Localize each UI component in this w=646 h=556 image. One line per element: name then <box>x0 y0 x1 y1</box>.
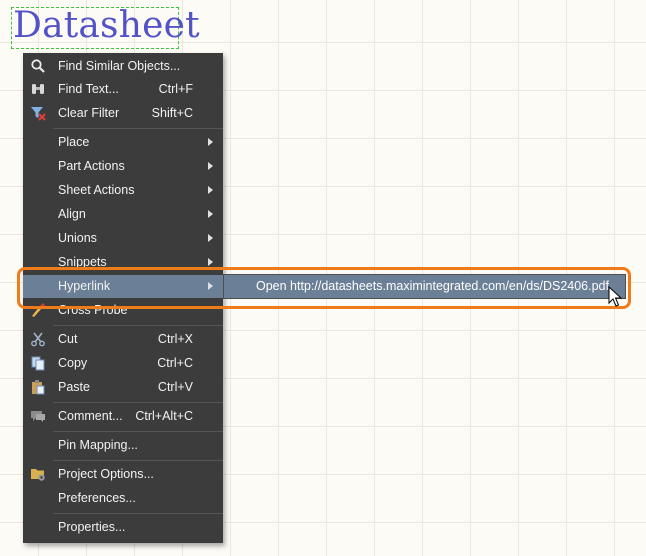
menu-item-label: Snippets <box>58 255 107 269</box>
project-options-icon <box>31 469 45 481</box>
context-menu: Find Similar Objects... Find Text... Ctr… <box>23 53 223 543</box>
menu-item-hyperlink[interactable]: Hyperlink <box>23 275 223 298</box>
menu-item-project-options[interactable]: Project Options... <box>23 463 223 486</box>
menu-item-snippets[interactable]: Snippets <box>23 251 223 274</box>
menu-item-label: Find Text... <box>58 82 119 96</box>
binoculars-icon <box>32 84 44 94</box>
menu-item-preferences[interactable]: Preferences... <box>23 487 223 510</box>
menu-item-label: Cut <box>58 332 78 346</box>
menu-item-label: Paste <box>58 380 90 394</box>
chevron-right-icon <box>208 186 213 194</box>
menu-item-clear-filter[interactable]: Clear Filter Shift+C <box>23 102 223 125</box>
menu-item-label: Unions <box>58 231 97 245</box>
menu-item-sheet-actions[interactable]: Sheet Actions <box>23 179 223 202</box>
menu-separator <box>53 513 223 514</box>
menu-item-label: Find Similar Objects... <box>58 59 181 73</box>
menu-item-place[interactable]: Place <box>23 131 223 154</box>
menu-item-label: Pin Mapping... <box>58 438 138 452</box>
menu-separator <box>53 460 223 461</box>
menu-item-label: Comment... <box>58 409 123 423</box>
menu-item-unions[interactable]: Unions <box>23 227 223 250</box>
menu-item-find-text[interactable]: Find Text... Ctrl+F <box>23 78 223 101</box>
menu-item-label: Properties... <box>58 520 126 534</box>
mouse-pointer-icon <box>608 286 623 307</box>
menu-separator <box>53 431 223 432</box>
paste-icon <box>32 380 45 395</box>
menu-item-properties[interactable]: Properties... <box>23 516 223 539</box>
clear-filter-icon <box>31 107 46 121</box>
chevron-right-icon <box>208 138 213 146</box>
menu-item-copy[interactable]: Copy Ctrl+C <box>23 352 223 375</box>
menu-item-label: Cross Probe <box>58 303 128 317</box>
datasheet-title-text[interactable]: Datasheet <box>13 5 200 46</box>
chevron-right-icon <box>208 162 213 170</box>
menu-item-label: Part Actions <box>58 159 125 173</box>
menu-item-cross-probe[interactable]: Cross Probe <box>23 299 223 322</box>
menu-item-shortcut: Ctrl+Alt+C <box>135 409 193 423</box>
menu-item-comment[interactable]: Comment... Ctrl+Alt+C <box>23 405 223 428</box>
menu-item-align[interactable]: Align <box>23 203 223 226</box>
open-hyperlink-label: Open http://datasheets.maximintegrated.c… <box>256 279 609 293</box>
menu-item-label: Project Options... <box>58 467 154 481</box>
search-icon <box>31 59 45 73</box>
menu-item-shortcut: Shift+C <box>151 106 193 120</box>
hyperlink-submenu: Open http://datasheets.maximintegrated.c… <box>223 274 626 299</box>
menu-item-shortcut: Ctrl+X <box>157 332 193 346</box>
menu-item-shortcut: Ctrl+C <box>157 356 193 370</box>
copy-icon <box>31 356 45 371</box>
menu-separator <box>53 402 223 403</box>
menu-item-shortcut: Ctrl+F <box>158 82 193 96</box>
menu-item-label: Hyperlink <box>58 279 111 293</box>
comment-icon <box>31 411 45 422</box>
chevron-right-icon <box>208 258 213 266</box>
menu-item-part-actions[interactable]: Part Actions <box>23 155 223 178</box>
scissors-icon <box>31 332 45 347</box>
chevron-right-icon <box>208 210 213 218</box>
menu-item-shortcut: Ctrl+V <box>157 380 193 394</box>
menu-item-label: Sheet Actions <box>58 183 135 197</box>
menu-separator <box>53 128 223 129</box>
cross-probe-icon <box>32 303 45 317</box>
menu-item-label: Align <box>58 207 86 221</box>
menu-item-label: Preferences... <box>58 491 136 505</box>
chevron-right-icon <box>208 282 213 290</box>
menu-separator <box>53 325 223 326</box>
open-hyperlink-item[interactable]: Open http://datasheets.maximintegrated.c… <box>224 275 625 298</box>
menu-item-label: Place <box>58 135 90 149</box>
menu-item-find-similar[interactable]: Find Similar Objects... <box>23 55 223 78</box>
menu-item-label: Clear Filter <box>58 106 120 120</box>
menu-item-cut[interactable]: Cut Ctrl+X <box>23 328 223 351</box>
menu-item-pin-mapping[interactable]: Pin Mapping... <box>23 434 223 457</box>
chevron-right-icon <box>208 234 213 242</box>
menu-item-paste[interactable]: Paste Ctrl+V <box>23 376 223 399</box>
menu-item-label: Copy <box>58 356 88 370</box>
